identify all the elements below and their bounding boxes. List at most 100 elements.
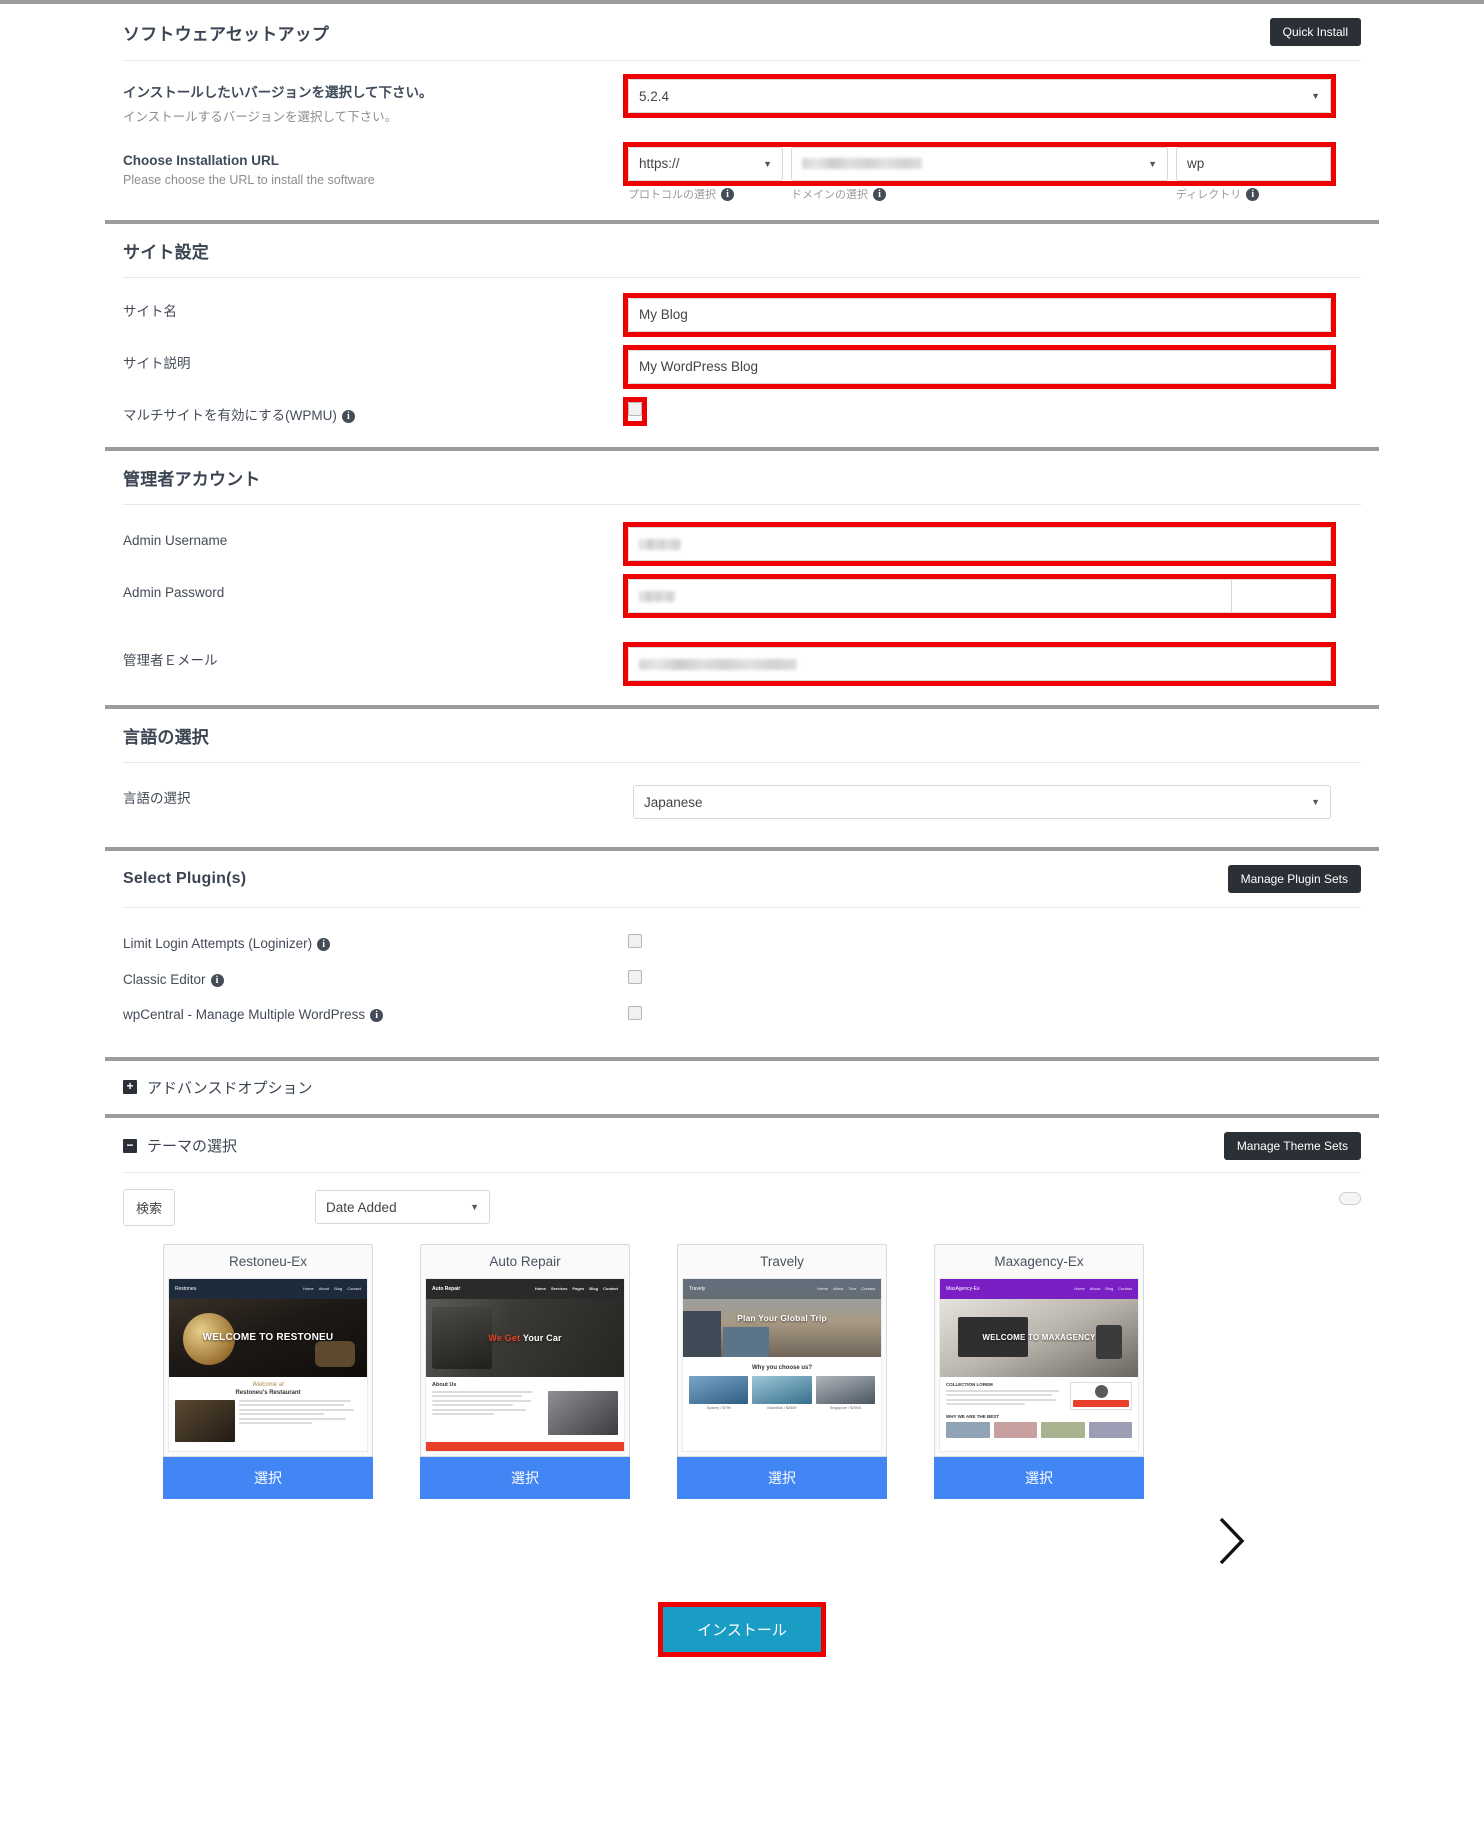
install-url-hints: プロトコルの選択 i ドメインの選択 i ディレクトリ i <box>628 186 1331 202</box>
mock-row: Sydney / $799 Mauritius / $2600 Singapor… <box>689 1375 875 1410</box>
theme-card[interactable]: Auto Repair Auto Repair Home Services Page… <box>420 1243 630 1499</box>
domain-select[interactable]: ▼ <box>791 146 1168 181</box>
theme-card[interactable]: Restoneu-Ex Restoneu Home About Blog Contac… <box>163 1243 373 1499</box>
site-description-input[interactable]: My WordPress Blog <box>628 349 1331 384</box>
theme-select-button[interactable]: 選択 <box>420 1456 630 1499</box>
manage-plugin-sets-button[interactable]: Manage Plugin Sets <box>1227 865 1361 894</box>
info-icon[interactable]: i <box>873 187 886 201</box>
theme-name: Restoneu-Ex <box>228 1253 308 1269</box>
theme-card-frame: Auto Repair Auto Repair Home Services Page… <box>420 1243 630 1457</box>
plugin-checkbox-limit-login-attempts[interactable] <box>628 934 642 949</box>
advanced-options-toggle[interactable]: + アドバンスドオプション <box>123 1061 1361 1114</box>
admin-email-input[interactable] <box>628 647 1331 682</box>
software-setup-header: ソフトウェアセットアップ Quick Install <box>123 4 1361 60</box>
admin-password-value-masked <box>639 590 675 602</box>
admin-username-label-cell: Admin Username <box>123 527 628 551</box>
protocol-select[interactable]: https:// ▼ <box>628 146 783 181</box>
plugin-label-cell: wpCentral - Manage Multiple WordPress i <box>123 1005 628 1025</box>
theme-select-button[interactable]: 選択 <box>677 1456 887 1499</box>
site-name-row: サイト名 My Blog <box>123 278 1361 340</box>
theme-select-button[interactable]: 選択 <box>163 1456 373 1499</box>
next-page-button[interactable] <box>1211 1513 1251 1569</box>
directory-input[interactable]: wp <box>1176 146 1331 181</box>
info-icon[interactable]: i <box>1246 187 1260 201</box>
theme-selection-section: − テーマの選択 Manage Theme Sets 検索 Date Added… <box>105 1118 1379 1692</box>
version-select[interactable]: 5.2.4 ▼ <box>628 79 1331 113</box>
version-field-cell: 5.2.4 ▼ <box>623 74 1361 118</box>
domain-hint-text: ドメインの選択 <box>791 188 868 201</box>
site-name-label: サイト名 <box>123 303 177 319</box>
chevron-down-icon: ▼ <box>470 1202 480 1213</box>
install-url-row: Choose Installation URL Please choose th… <box>123 131 1361 220</box>
info-icon[interactable]: i <box>341 409 355 423</box>
admin-password-group <box>628 579 1331 614</box>
admin-password-input[interactable] <box>628 579 1231 614</box>
theme-grid: Restoneu-Ex Restoneu Home About Blog Contac… <box>123 1236 1361 1499</box>
plugins-title: Select Plugin(s) <box>123 870 247 888</box>
admin-username-input[interactable] <box>628 527 1331 562</box>
language-header: 言語の選択 <box>123 709 1361 762</box>
plugin-checkbox-wpcentral[interactable] <box>628 1005 642 1020</box>
admin-username-row: Admin Username <box>123 505 1361 569</box>
mock-body: About Us <box>426 1377 624 1440</box>
plugin-checkbox-classic-editor[interactable] <box>628 969 642 984</box>
mock-hero: WELCOME TO MAXAGENCY <box>940 1298 1138 1377</box>
admin-username-field-cell <box>623 522 1361 567</box>
version-label: インストールしたいバージョンを選択して下さい。 <box>123 85 433 100</box>
plugins-header: Select Plugin(s) Manage Plugin Sets <box>123 851 1361 907</box>
mock-navbar: MaxAgency-Ex Home About Blog Contact <box>940 1278 1138 1299</box>
theme-search-button[interactable]: 検索 <box>123 1188 176 1226</box>
mock-section-title: WHY WE ARE THE BEST <box>946 1413 1000 1419</box>
theme-preview: Restoneu Home About Blog Contact WELCOME TO… <box>168 1277 368 1452</box>
theme-selection-toggle[interactable]: − テーマの選択 <box>123 1135 237 1156</box>
info-icon[interactable]: i <box>317 938 331 952</box>
mock-hero: WELCOME TO RESTONEU <box>169 1298 367 1377</box>
mock-nav: Home About Tour Contact <box>817 1286 875 1292</box>
minus-icon: − <box>123 1138 137 1153</box>
info-icon[interactable]: i <box>210 973 224 987</box>
mock-navbar: Travely Home About Tour Contact <box>683 1278 881 1299</box>
mock-body: COLLECTION LOREM WHY WE ARE THE BEST <box>940 1377 1138 1443</box>
info-icon[interactable]: i <box>370 1009 384 1023</box>
language-select[interactable]: Japanese ▼ <box>633 785 1331 820</box>
theme-view-toggle[interactable] <box>1339 1191 1361 1205</box>
quick-install-button[interactable]: Quick Install <box>1269 18 1361 46</box>
theme-name: Maxagency-Ex <box>994 1253 1084 1269</box>
multisite-checkbox[interactable] <box>628 401 642 416</box>
chevron-down-icon: ▼ <box>1311 797 1320 808</box>
domain-value-masked <box>802 158 922 170</box>
theme-card[interactable]: Travely Travely Home About Tour Contact Pla… <box>677 1243 887 1499</box>
language-section: 言語の選択 言語の選択 Japanese ▼ <box>105 709 1379 847</box>
info-icon[interactable]: i <box>721 187 734 201</box>
mock-caption: Mauritius / $2600 <box>767 1405 797 1410</box>
mock-caption: Singapore / $2900 <box>829 1405 861 1410</box>
theme-select-button[interactable]: 選択 <box>934 1456 1144 1499</box>
theme-card[interactable]: Maxagency-Ex MaxAgency-Ex Home About Blog C… <box>934 1243 1144 1499</box>
manage-theme-sets-button[interactable]: Manage Theme Sets <box>1223 1131 1361 1160</box>
mock-row <box>946 1421 1132 1438</box>
mock-hero-title: We Get We Get Your CarYour Car <box>488 1332 562 1343</box>
chevron-down-icon: ▼ <box>1311 91 1320 101</box>
plugin-row: Classic Editor i <box>123 962 1361 998</box>
version-sublabel: インストールするバージョンを選択して下さい。 <box>123 109 398 124</box>
language-label-cell: 言語の選択 <box>123 785 633 809</box>
plugin-label: Limit Login Attempts (Loginizer) <box>123 936 313 952</box>
mock-body: Welcome at Restoneu's Restaurant <box>169 1377 367 1447</box>
mock-section-title: COLLECTION LOREM <box>946 1381 993 1387</box>
mock-brand: Auto Repair <box>432 1285 461 1292</box>
admin-username-highlight <box>623 522 1336 567</box>
plugin-checkbox-cell <box>628 934 1361 953</box>
theme-sort-select[interactable]: Date Added ▼ <box>315 1190 491 1225</box>
site-name-value: My Blog <box>639 307 688 323</box>
theme-preview: Travely Home About Tour Contact Plan Your G… <box>682 1277 882 1452</box>
plugin-checkbox-cell <box>628 969 1361 989</box>
theme-preview: Auto Repair Home Services Pages Blog Contact… <box>425 1277 625 1452</box>
plugin-label-cell: Classic Editor i <box>123 970 628 990</box>
admin-email-value-masked <box>639 658 797 670</box>
mock-brand: Travely <box>689 1285 706 1292</box>
multisite-highlight <box>623 396 647 426</box>
install-button-highlight: インストール <box>658 1601 826 1657</box>
site-name-input[interactable]: My Blog <box>628 297 1331 332</box>
install-button[interactable]: インストール <box>663 1606 821 1652</box>
theme-preview: MaxAgency-Ex Home About Blog Contact WELCOM… <box>939 1277 1139 1452</box>
